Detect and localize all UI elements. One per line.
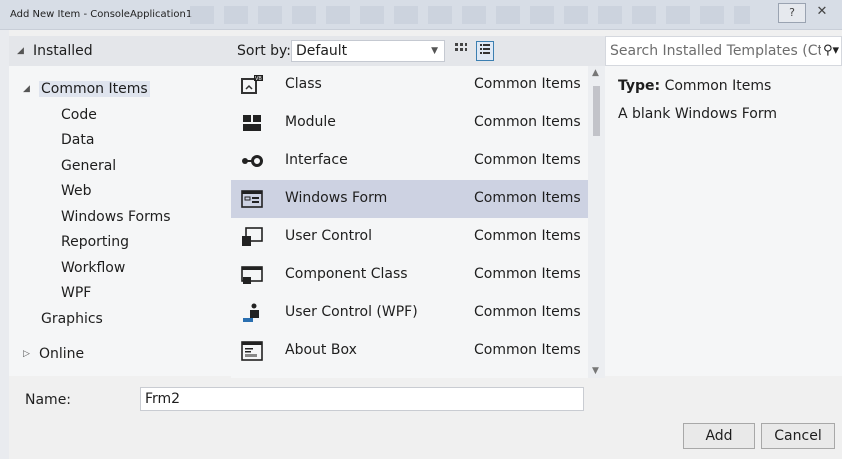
- tree-item-code[interactable]: Code: [61, 103, 97, 127]
- cancel-button[interactable]: Cancel: [761, 423, 835, 449]
- list-view-icon: [480, 44, 490, 54]
- template-category: Common Items: [474, 76, 581, 92]
- chevron-down-icon: ▼: [431, 46, 438, 56]
- component-class-icon: [241, 266, 263, 284]
- tree-item-windows-forms[interactable]: Windows Forms: [61, 205, 171, 229]
- template-category: Common Items: [474, 266, 581, 282]
- window-title: Add New Item - ConsoleApplication1: [10, 9, 193, 20]
- template-category: Common Items: [474, 342, 581, 358]
- windows-form-icon: [241, 190, 263, 208]
- template-list: VB Class Common Items Module Common Item…: [231, 66, 588, 378]
- template-row-about-box[interactable]: About Box Common Items: [231, 332, 588, 370]
- name-label: Name:: [25, 392, 72, 408]
- tree-item-online[interactable]: ▷ Online: [23, 342, 84, 366]
- type-label: Type:: [618, 78, 661, 94]
- tree-item-label: Common Items: [39, 81, 150, 97]
- collapse-icon: ◢: [23, 84, 30, 94]
- type-value: Common Items: [664, 78, 772, 94]
- search-installed-templates-input[interactable]: Search Installed Templates (Ct ⚲▾: [605, 36, 842, 66]
- interface-icon: [242, 155, 263, 167]
- template-category: Common Items: [474, 190, 581, 206]
- template-category: Common Items: [474, 304, 581, 320]
- template-name: Class: [285, 76, 322, 92]
- sort-value: Default: [296, 43, 348, 59]
- template-name: User Control (WPF): [285, 304, 418, 320]
- svg-text:VB: VB: [255, 76, 262, 82]
- template-name: Module: [285, 114, 336, 130]
- medium-icons-view-button[interactable]: [452, 41, 470, 61]
- about-box-icon: [241, 341, 263, 361]
- expand-icon: ▷: [23, 349, 30, 359]
- help-button[interactable]: ?: [778, 3, 806, 23]
- template-name: Component Class: [285, 266, 408, 282]
- installed-header[interactable]: ◢ Installed: [9, 36, 231, 66]
- search-placeholder: Search Installed Templates (Ct: [610, 43, 823, 59]
- vb-class-icon: VB: [241, 75, 263, 94]
- template-list-pane: Sort by: Default ▼ VB Class Common Items…: [231, 36, 605, 378]
- tree-item-workflow[interactable]: Workflow: [61, 256, 125, 280]
- tree-item-web[interactable]: Web: [61, 179, 92, 203]
- tree-item-reporting[interactable]: Reporting: [61, 230, 129, 254]
- sort-dropdown[interactable]: Default ▼: [291, 40, 445, 62]
- sort-label: Sort by:: [237, 43, 292, 59]
- sort-toolbar: Sort by: Default ▼: [231, 36, 605, 66]
- template-row-component-class[interactable]: Component Class Common Items: [231, 256, 588, 294]
- search-icon[interactable]: ⚲▾: [820, 37, 839, 65]
- tree-item-general[interactable]: General: [61, 154, 116, 178]
- template-tree-pane: ◢ Installed ◢ Common Items Code Data Gen…: [9, 36, 231, 376]
- template-row-user-control-wpf[interactable]: User Control (WPF) Common Items: [231, 294, 588, 332]
- template-name: Interface: [285, 152, 348, 168]
- template-name: Windows Form: [285, 190, 388, 206]
- template-name: About Box: [285, 342, 357, 358]
- template-type: Type: Common Items: [618, 78, 771, 94]
- scroll-down-icon[interactable]: ▼: [592, 366, 599, 376]
- template-list-scrollbar[interactable]: ▲ ▼: [588, 66, 605, 378]
- title-bar: Add New Item - ConsoleApplication1 ? ✕: [0, 0, 842, 30]
- details-pane: Search Installed Templates (Ct ⚲▾ Type: …: [605, 36, 842, 376]
- template-name: User Control: [285, 228, 372, 244]
- details-view-button[interactable]: [476, 41, 494, 61]
- tree-item-common-items[interactable]: ◢ Common Items: [23, 77, 150, 101]
- template-row-partial: [231, 370, 588, 378]
- scrollbar-thumb[interactable]: [593, 86, 600, 136]
- template-row-interface[interactable]: Interface Common Items: [231, 142, 588, 180]
- template-category: Common Items: [474, 228, 581, 244]
- template-category: Common Items: [474, 114, 581, 130]
- template-description: A blank Windows Form: [618, 106, 778, 122]
- tree-item-graphics[interactable]: Graphics: [41, 307, 103, 331]
- window-edge: [0, 30, 9, 459]
- module-icon: [243, 115, 261, 131]
- template-row-windows-form[interactable]: Windows Form Common Items: [231, 180, 588, 218]
- user-control-icon: [242, 227, 263, 246]
- collapse-icon: ◢: [17, 46, 24, 56]
- wpf-user-control-icon: [243, 303, 259, 322]
- name-input[interactable]: Frm2: [140, 387, 584, 411]
- close-button[interactable]: ✕: [808, 3, 836, 23]
- template-row-user-control[interactable]: User Control Common Items: [231, 218, 588, 256]
- tree-item-data[interactable]: Data: [61, 128, 94, 152]
- add-button[interactable]: Add: [683, 423, 755, 449]
- template-row-class[interactable]: VB Class Common Items: [231, 66, 588, 104]
- template-row-module[interactable]: Module Common Items: [231, 104, 588, 142]
- tree-item-label: Online: [39, 346, 85, 362]
- tree-item-wpf[interactable]: WPF: [61, 281, 91, 305]
- grid-view-icon: [455, 43, 467, 51]
- background-toolbar: [190, 6, 750, 24]
- template-category: Common Items: [474, 152, 581, 168]
- scroll-up-icon[interactable]: ▲: [592, 68, 599, 78]
- installed-label: Installed: [33, 43, 93, 59]
